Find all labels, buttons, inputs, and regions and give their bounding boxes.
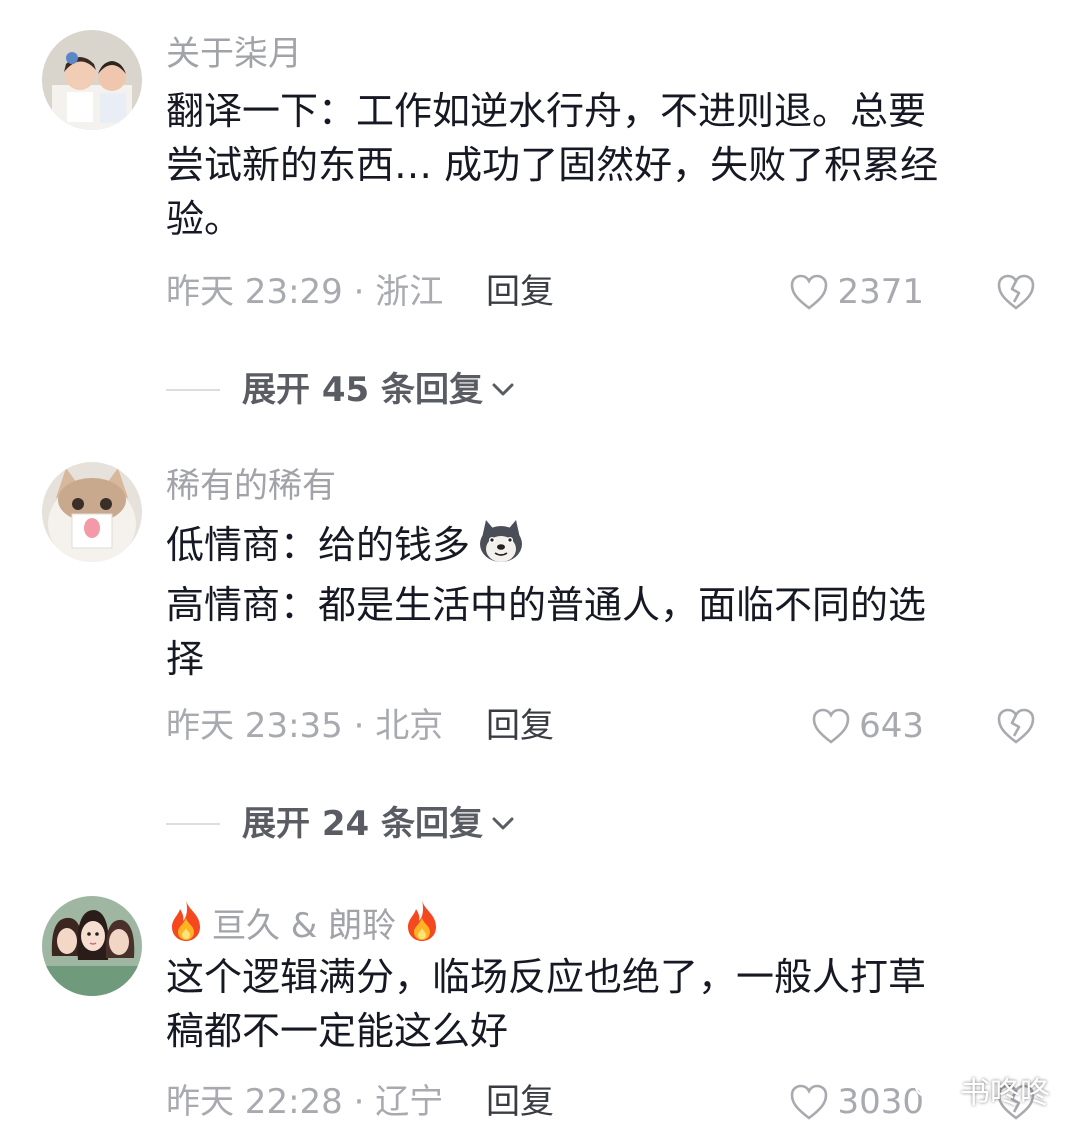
divider: [166, 823, 220, 825]
heart-icon: [791, 1084, 828, 1120]
fire-emoji-icon: [166, 898, 206, 953]
username[interactable]: 亘久 & 朗聆: [166, 898, 442, 953]
comment-meta: 昨天 23:35 · 北京: [166, 706, 444, 746]
reply-button[interactable]: 回复: [486, 1080, 554, 1124]
dog-emoji-icon: [476, 518, 526, 578]
fire-emoji-icon: [402, 898, 442, 953]
reply-button[interactable]: 回复: [486, 270, 554, 314]
reply-button[interactable]: 回复: [486, 704, 554, 748]
expand-replies-button[interactable]: 展开 24 条回复: [166, 802, 517, 846]
like-count: 3030: [837, 1082, 924, 1122]
comment-line: 这个逻辑满分，临场反应也绝了，一般人打草: [166, 955, 927, 999]
chevron-down-icon: [492, 817, 514, 830]
comment-text: 翻译一下：工作如逆水行舟，不进则退。总要 尝试新的东西… 成功了固然好，失败了积…: [166, 84, 1046, 246]
comment-line: 验。: [166, 197, 243, 241]
comment-line: 高情商：都是生活中的普通人，面临不同的选: [166, 583, 927, 627]
username[interactable]: 稀有的稀有: [166, 464, 336, 508]
watermark-text: 书咚咚: [960, 1076, 1050, 1111]
avatar[interactable]: [42, 896, 142, 996]
heart-icon: [812, 708, 850, 744]
comment-line: 尝试新的东西… 成功了固然好，失败了积累经: [166, 143, 939, 187]
comment-line: 翻译一下：工作如逆水行舟，不进则退。总要: [166, 89, 927, 133]
chevron-down-icon: [492, 383, 514, 396]
like-count: 643: [859, 706, 924, 746]
like-button[interactable]: 3030: [789, 1080, 924, 1124]
comment-line: 择: [166, 637, 205, 681]
comment-line: 稿都不一定能这么好: [166, 1009, 509, 1053]
wechat-icon: [914, 1073, 953, 1105]
dislike-button[interactable]: [996, 272, 1036, 312]
avatar[interactable]: [42, 462, 142, 562]
comment-text: 这个逻辑满分，临场反应也绝了，一般人打草 稿都不一定能这么好: [166, 950, 1046, 1058]
divider: [166, 389, 220, 391]
comment-meta: 昨天 22:28 · 辽宁: [166, 1082, 444, 1122]
avatar[interactable]: [42, 30, 142, 130]
comment-meta: 昨天 23:29 · 浙江: [166, 272, 444, 312]
username-text: 亘久 & 朗聆: [212, 905, 397, 946]
username[interactable]: 关于柒月: [166, 32, 302, 76]
like-button[interactable]: 643: [811, 704, 924, 748]
dislike-button[interactable]: [996, 706, 1036, 746]
like-button[interactable]: 2371: [789, 270, 924, 314]
heart-icon: [791, 274, 828, 310]
watermark: 书咚咚: [914, 1068, 1050, 1112]
comment-line: 低情商：给的钱多: [166, 518, 1046, 578]
broken-heart-icon: [997, 708, 1035, 744]
expand-replies-label: 展开 24 条回复: [242, 804, 483, 844]
expand-replies-button[interactable]: 展开 45 条回复: [166, 368, 517, 412]
like-count: 2371: [837, 272, 924, 312]
comment-text: 低情商：给的钱多 高情商：都是生活中的普通人，面临不同的选 择: [166, 518, 1046, 686]
broken-heart-icon: [997, 274, 1035, 310]
expand-replies-label: 展开 45 条回复: [242, 370, 483, 410]
